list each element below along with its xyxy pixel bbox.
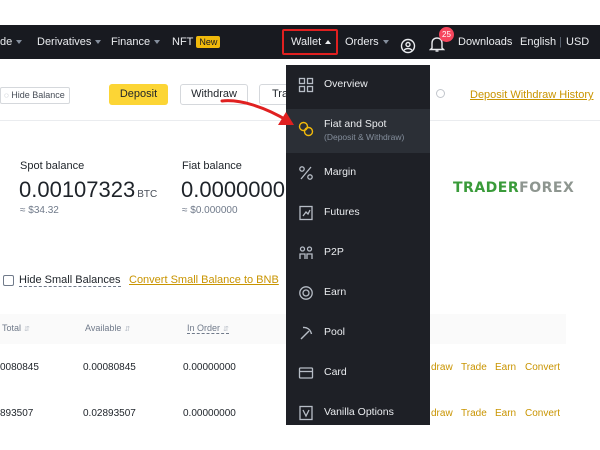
sort-icon: ⇵	[124, 326, 131, 333]
trade-link[interactable]: Trade	[461, 408, 487, 419]
cell-in-order: 0.00000000	[183, 408, 236, 419]
menu-item-vanilla-options[interactable]: Vanilla Options	[286, 393, 430, 425]
menu-item-earn[interactable]: Earn	[286, 273, 430, 313]
menu-item-label: Earn	[324, 286, 347, 298]
menu-item-fiat-and-spot[interactable]: Fiat and Spot (Deposit & Withdraw)	[286, 109, 430, 153]
options-icon	[298, 405, 314, 421]
spot-balance-unit: BTC	[137, 189, 158, 200]
trade-link[interactable]: Trade	[461, 362, 487, 373]
cell-total: 893507	[0, 408, 34, 419]
futures-icon	[298, 205, 314, 221]
nav-wallet-menu[interactable]: Wallet	[291, 25, 332, 59]
p2p-icon	[298, 245, 314, 261]
new-badge: New	[196, 36, 221, 49]
convert-link[interactable]: Convert	[525, 408, 560, 419]
earn-link[interactable]: Earn	[495, 408, 516, 419]
nav-trade-menu[interactable]: de	[0, 25, 23, 59]
menu-item-label: Pool	[324, 326, 346, 338]
table-header: Total ⇵ Available ⇵ In Order ⇵	[0, 314, 566, 344]
sort-icon: ⇵	[24, 326, 30, 333]
nav-currency-selector[interactable]: USD	[566, 25, 589, 59]
spot-balance-usd: ≈ $34.32	[20, 205, 59, 216]
user-icon[interactable]	[400, 34, 416, 54]
cell-in-order: 0.00000000	[183, 362, 236, 373]
nav-wallet-label: Wallet	[291, 36, 322, 48]
nav-downloads-link[interactable]: Downloads	[458, 25, 512, 59]
fiat-balance-label: Fiat balance	[182, 160, 242, 172]
menu-item-card[interactable]: Card	[286, 353, 430, 393]
chevron-up-icon	[325, 40, 332, 45]
column-header-in-order[interactable]: In Order ⇵	[187, 323, 229, 334]
nav-finance-menu[interactable]: Finance	[111, 25, 161, 59]
nav-derivatives-label: Derivatives	[37, 36, 92, 48]
chevron-down-icon	[16, 40, 23, 45]
menu-item-pool[interactable]: Pool	[286, 313, 430, 353]
eye-icon[interactable]	[436, 89, 445, 98]
top-nav-bar: de Derivatives Finance NFT New Wallet Ord…	[0, 25, 600, 59]
menu-item-label: Overview	[324, 78, 368, 90]
pickaxe-icon	[298, 325, 314, 341]
nav-nft-menu[interactable]: NFT New	[172, 25, 221, 59]
menu-item-label: Card	[324, 366, 347, 378]
nav-nft-label: NFT	[172, 36, 194, 48]
earn-icon	[298, 285, 314, 301]
fiat-balance-usd: ≈ $0.000000	[182, 205, 238, 216]
nav-orders-label: Orders	[345, 36, 379, 48]
spot-balance-value: 0.00107323 BTC	[19, 177, 157, 203]
sort-icon: ⇵	[223, 326, 229, 333]
earn-link[interactable]: Earn	[495, 362, 516, 373]
nav-orders-menu[interactable]: Orders	[345, 25, 389, 59]
card-icon	[298, 365, 314, 381]
hide-small-balances-label[interactable]: Hide Small Balances	[19, 274, 121, 287]
fiat-spot-icon	[298, 121, 314, 137]
column-header-total[interactable]: Total ⇵	[2, 323, 30, 333]
traderforex-watermark: TRADERFOREX	[453, 180, 574, 196]
menu-item-label: Fiat and Spot	[324, 118, 387, 130]
hide-balance-label: Hide Balance	[11, 90, 65, 100]
menu-item-p2p[interactable]: P2P	[286, 233, 430, 273]
nav-trade-label: de	[0, 36, 13, 48]
chevron-down-icon	[95, 40, 102, 45]
wallet-dropdown-menu: Overview Fiat and Spot (Deposit & Withdr…	[286, 65, 430, 425]
menu-item-label: Margin	[324, 166, 357, 178]
cell-available: 0.00080845	[83, 362, 136, 373]
menu-item-overview[interactable]: Overview	[286, 65, 430, 105]
menu-item-label: P2P	[324, 246, 344, 258]
hide-small-balances-checkbox[interactable]	[3, 275, 14, 286]
menu-item-label: Futures	[324, 206, 360, 218]
nav-separator: |	[559, 36, 562, 48]
cell-available: 0.02893507	[83, 408, 136, 419]
menu-item-margin[interactable]: Margin	[286, 153, 430, 193]
column-header-available[interactable]: Available ⇵	[85, 323, 130, 333]
menu-item-futures[interactable]: Futures	[286, 193, 430, 233]
nav-language-selector[interactable]: English	[520, 25, 556, 59]
convert-link[interactable]: Convert	[525, 362, 560, 373]
chevron-down-icon	[382, 40, 389, 45]
withdraw-link[interactable]: draw	[431, 362, 453, 373]
watermark-trader: TRADER	[453, 180, 520, 196]
spot-balance-amount: 0.00107323	[19, 177, 136, 202]
menu-item-label: Vanilla Options	[324, 406, 394, 418]
fiat-balance-amount: 0.0000000	[181, 177, 285, 202]
nav-derivatives-menu[interactable]: Derivatives	[37, 25, 102, 59]
cell-total: 0080845	[0, 362, 39, 373]
spot-balance-label: Spot balance	[20, 160, 85, 172]
chevron-down-icon	[154, 40, 161, 45]
percent-icon	[298, 165, 314, 181]
notification-count-badge: 25	[439, 27, 454, 42]
eye-slash-icon: ◌	[4, 91, 9, 100]
deposit-withdraw-history-link[interactable]: Deposit Withdraw History	[470, 89, 593, 101]
withdraw-link[interactable]: draw	[431, 408, 453, 419]
grid-icon	[298, 77, 314, 93]
deposit-button[interactable]: Deposit	[109, 84, 168, 105]
watermark-forex: FOREX	[519, 180, 575, 196]
menu-item-sublabel: (Deposit & Withdraw)	[324, 132, 405, 142]
nav-finance-label: Finance	[111, 36, 151, 48]
convert-small-balance-link[interactable]: Convert Small Balance to BNB	[129, 274, 279, 286]
annotation-arrow-icon	[220, 99, 294, 125]
hide-balance-button[interactable]: ◌ Hide Balance	[0, 87, 70, 104]
